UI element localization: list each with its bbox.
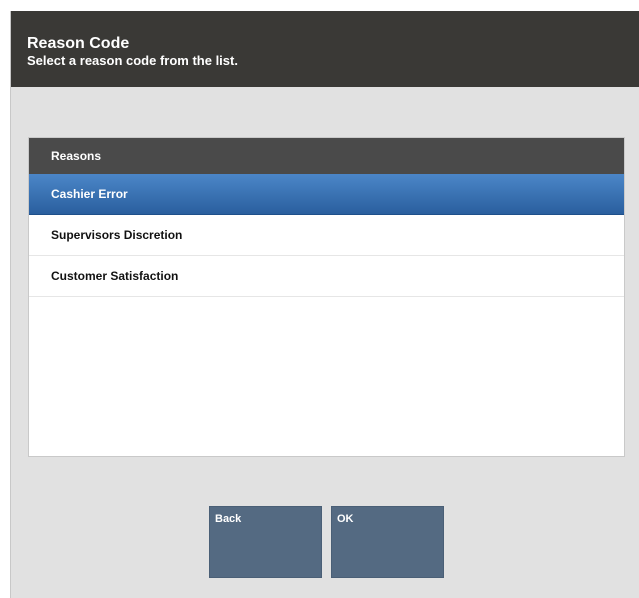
ok-button[interactable]: OK bbox=[331, 506, 444, 578]
page-subtitle: Select a reason code from the list. bbox=[27, 53, 238, 68]
title-bar: Reason Code Select a reason code from th… bbox=[11, 11, 639, 87]
reasons-list-header: Reasons bbox=[29, 138, 624, 174]
app-window: Reason Code Select a reason code from th… bbox=[10, 11, 639, 598]
list-item-customer-satisfaction[interactable]: Customer Satisfaction bbox=[29, 256, 624, 297]
reasons-list: Reasons Cashier Error Supervisors Discre… bbox=[28, 137, 625, 457]
list-item-supervisors-discretion[interactable]: Supervisors Discretion bbox=[29, 215, 624, 256]
list-item-cashier-error[interactable]: Cashier Error bbox=[29, 174, 624, 215]
back-button[interactable]: Back bbox=[209, 506, 322, 578]
page-title: Reason Code bbox=[27, 35, 130, 52]
